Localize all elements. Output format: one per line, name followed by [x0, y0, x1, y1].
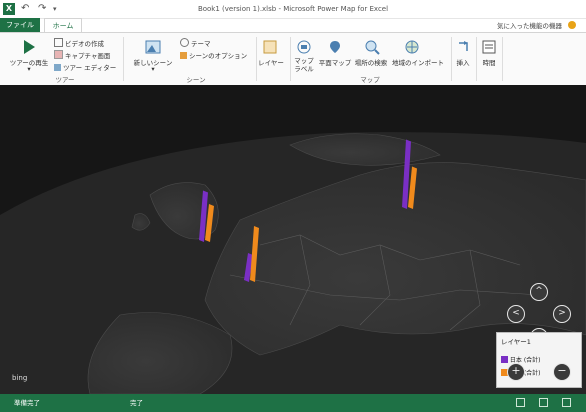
map-view[interactable]: bing ^ < > v レイヤー1 日本 (合計) 米国 (合計) + −: [0, 85, 586, 394]
legend[interactable]: レイヤー1 日本 (合計) 米国 (合計): [496, 332, 582, 388]
layer-icon: [263, 40, 277, 54]
import-regions-icon: [405, 40, 419, 54]
play-tour-dropdown-icon[interactable]: ▾: [6, 65, 52, 73]
flat-map-label: 平面マップ: [318, 59, 352, 67]
status-bar: 準備完了 完了: [0, 394, 586, 412]
import-regions-label: 地域のインポート: [392, 59, 444, 67]
find-location-label: 場所の検索: [354, 59, 388, 67]
status-ready: 準備完了: [14, 399, 40, 407]
rotate-left-button[interactable]: <: [507, 305, 525, 323]
window-title: Book1 (version 1).xlsb - Microsoft Power…: [197, 5, 389, 13]
rotate-right-button[interactable]: >: [553, 305, 571, 323]
map-labels-label: マップ ラベル: [294, 57, 314, 73]
insert-icon: [459, 41, 468, 51]
legend-swatch: [501, 356, 508, 363]
map-labels-icon: [297, 40, 311, 54]
legend-title: レイヤー1: [501, 338, 531, 346]
create-video-button[interactable]: ビデオの作成: [54, 38, 104, 48]
legend-item: 日本 (合計): [501, 355, 541, 364]
ribbon-separator: [123, 37, 124, 81]
group-label-tour: ツアー: [55, 76, 75, 84]
new-scene-dropdown-icon[interactable]: ▾: [128, 65, 178, 73]
layer-label: レイヤー: [258, 59, 284, 67]
new-scene-icon: [145, 40, 161, 54]
tilt-up-button[interactable]: ^: [530, 283, 548, 301]
time-label: 時間: [482, 59, 496, 67]
insert-label: 挿入: [456, 59, 470, 67]
fullscreen-icon[interactable]: [562, 398, 571, 407]
ribbon-separator: [502, 37, 503, 81]
zoom-out-button[interactable]: −: [553, 363, 571, 381]
title-bar: X ↶ ↷ ▾ Book1 (version 1).xlsb - Microso…: [0, 0, 586, 19]
screenshot-icon[interactable]: [516, 398, 525, 407]
tab-home[interactable]: ホーム: [44, 18, 82, 33]
capture-screen-button[interactable]: キャプチャ画面: [54, 50, 110, 60]
video-icon: [54, 38, 63, 47]
theme-button[interactable]: テーマ: [180, 38, 211, 48]
fit-view-icon[interactable]: [539, 398, 548, 407]
ribbon: ツアーの再生 ▾ ビデオの作成 キャプチャ画面 ツアー エディター ツアー 新し…: [0, 32, 586, 86]
scene-options-icon: [180, 52, 187, 59]
scene-options-button[interactable]: シーンのオプション: [180, 50, 247, 60]
play-icon: [24, 40, 35, 54]
bing-logo: bing: [12, 374, 28, 382]
camera-icon: [54, 50, 63, 59]
flat-map-icon: [330, 41, 340, 53]
favorite-star-icon: [568, 21, 576, 29]
tab-file[interactable]: ファイル: [0, 18, 40, 32]
favorites-link[interactable]: 気に入った機能の機器: [497, 20, 562, 30]
time-icon: [482, 40, 496, 54]
group-label-map: マップ: [360, 76, 380, 84]
find-location-icon: [365, 40, 380, 55]
group-label-scene: シーン: [186, 76, 206, 84]
theme-icon: [180, 38, 189, 47]
status-complete: 完了: [130, 399, 143, 407]
zoom-in-button[interactable]: +: [507, 363, 525, 381]
tour-editor-button[interactable]: ツアー エディター: [54, 62, 116, 72]
tour-editor-icon: [54, 64, 61, 71]
